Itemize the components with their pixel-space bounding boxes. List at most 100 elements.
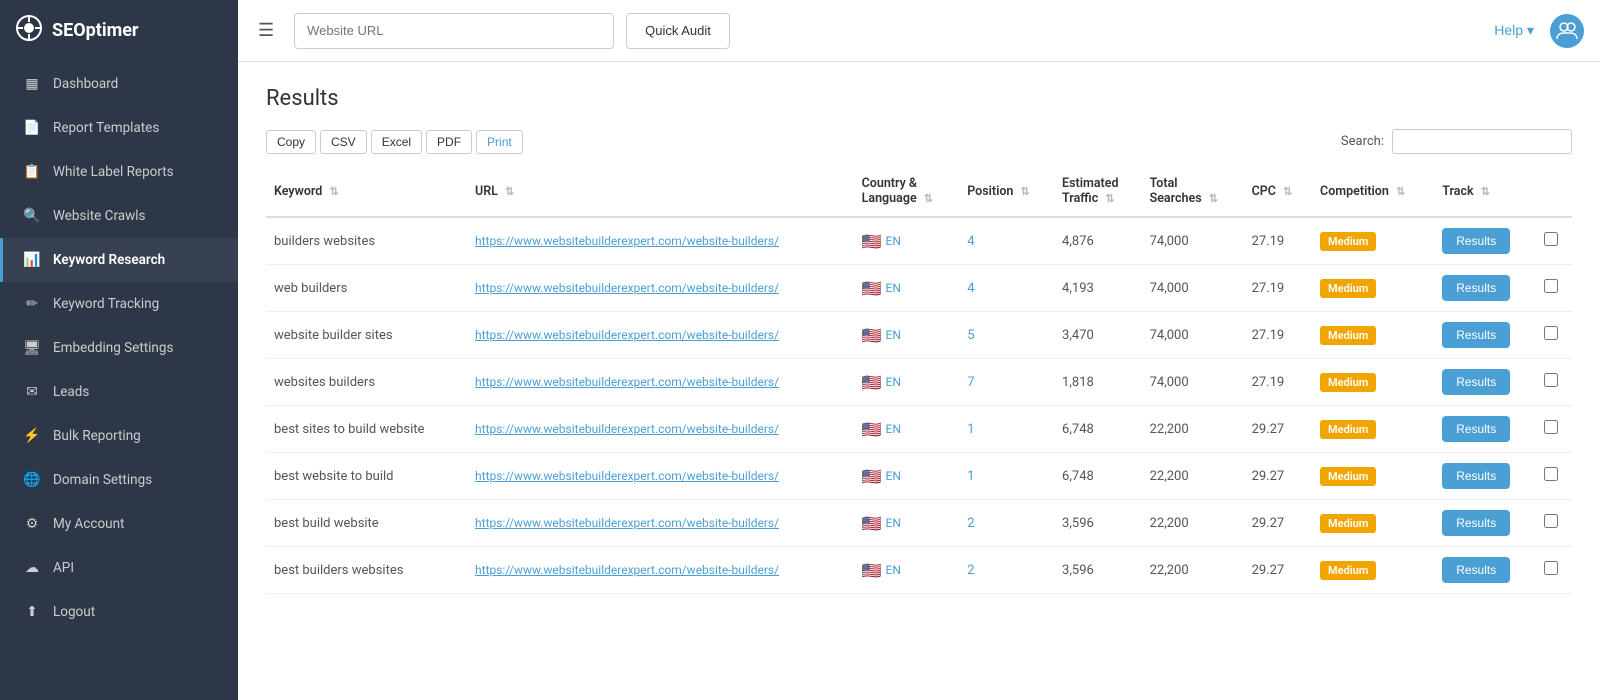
cell-track-4 [1536,406,1572,453]
col-header-position: Position ⇅ [959,166,1054,217]
search-input[interactable] [1392,129,1572,154]
cell-results-0: Results [1434,217,1535,265]
track-checkbox-7[interactable] [1544,561,1558,575]
white-label-reports-icon: 📋 [23,164,41,180]
results-button-3[interactable]: Results [1442,369,1510,395]
cell-competition-3: Medium [1312,359,1434,406]
cell-traffic-0: 4,876 [1054,217,1142,265]
search-row: Search: [1341,129,1572,154]
track-checkbox-5[interactable] [1544,467,1558,481]
cell-track-0 [1536,217,1572,265]
results-button-6[interactable]: Results [1442,510,1510,536]
keyword-tracking-icon: ✏ [23,296,41,312]
cell-track-6 [1536,500,1572,547]
sidebar-label-keyword-tracking: Keyword Tracking [53,296,159,312]
track-checkbox-0[interactable] [1544,232,1558,246]
url-input[interactable] [294,13,614,49]
track-checkbox-1[interactable] [1544,279,1558,293]
results-button-2[interactable]: Results [1442,322,1510,348]
sidebar-item-logout[interactable]: ⬆ Logout [0,590,238,634]
cell-track-1 [1536,265,1572,312]
table-row: web buildershttps://www.websitebuilderex… [266,265,1572,312]
topbar: SEOptimer ☰ Quick Audit Help ▾ [0,0,1600,62]
main-layout: ▦ Dashboard📄 Report Templates📋 White Lab… [0,62,1600,700]
sidebar-item-bulk-reporting[interactable]: ⚡ Bulk Reporting [0,414,238,458]
cell-position-5: 1 [959,453,1054,500]
sidebar-item-leads[interactable]: ✉ Leads [0,370,238,414]
track-checkbox-3[interactable] [1544,373,1558,387]
sidebar-label-api: API [53,560,74,576]
results-button-1[interactable]: Results [1442,275,1510,301]
cell-cpc-3: 27.19 [1244,359,1312,406]
cell-track-5 [1536,453,1572,500]
sidebar-item-dashboard[interactable]: ▦ Dashboard [0,62,238,106]
logo: SEOptimer [0,0,238,62]
domain-settings-icon: 🌐 [23,472,41,488]
export-print-button[interactable]: Print [476,130,523,154]
export-excel-button[interactable]: Excel [371,130,422,154]
export-copy-button[interactable]: Copy [266,130,316,154]
col-header-track: Track ⇅ [1434,166,1535,217]
results-button-4[interactable]: Results [1442,416,1510,442]
cell-position-3: 7 [959,359,1054,406]
table-row: websites buildershttps://www.websitebuil… [266,359,1572,406]
user-avatar[interactable] [1550,14,1584,48]
sidebar-item-website-crawls[interactable]: 🔍 Website Crawls [0,194,238,238]
cell-country-0: 🇺🇸EN [854,217,960,265]
cell-traffic-5: 6,748 [1054,453,1142,500]
sidebar-item-embedding-settings[interactable]: 🖥 Embedding Settings [0,326,238,370]
cell-url-6: https://www.websitebuilderexpert.com/web… [467,500,854,547]
help-button[interactable]: Help ▾ [1494,22,1534,39]
cell-searches-2: 74,000 [1142,312,1244,359]
sidebar-item-my-account[interactable]: ⚙ My Account [0,502,238,546]
logout-icon: ⬆ [23,604,41,620]
sidebar-label-report-templates: Report Templates [53,120,159,136]
results-button-0[interactable]: Results [1442,228,1510,254]
cell-country-1: 🇺🇸EN [854,265,960,312]
cell-keyword-5: best website to build [266,453,467,500]
sidebar-item-white-label-reports[interactable]: 📋 White Label Reports [0,150,238,194]
sidebar-label-domain-settings: Domain Settings [53,472,152,488]
sidebar-item-api[interactable]: ☁ API [0,546,238,590]
track-checkbox-4[interactable] [1544,420,1558,434]
track-checkbox-2[interactable] [1544,326,1558,340]
hamburger-button[interactable]: ☰ [250,16,282,45]
results-button-5[interactable]: Results [1442,463,1510,489]
cell-cpc-2: 27.19 [1244,312,1312,359]
cell-country-5: 🇺🇸EN [854,453,960,500]
results-button-7[interactable]: Results [1442,557,1510,583]
sidebar-item-keyword-research[interactable]: 📊 Keyword Research [0,238,238,282]
cell-traffic-4: 6,748 [1054,406,1142,453]
col-header-country_language: Country &Language ⇅ [854,166,960,217]
cell-traffic-7: 3,596 [1054,547,1142,594]
cell-country-7: 🇺🇸EN [854,547,960,594]
cell-traffic-2: 3,470 [1054,312,1142,359]
sidebar-item-report-templates[interactable]: 📄 Report Templates [0,106,238,150]
export-row: CopyCSVExcelPDFPrint Search: [266,129,1572,154]
cell-url-3: https://www.websitebuilderexpert.com/web… [467,359,854,406]
cell-keyword-6: best build website [266,500,467,547]
cell-searches-6: 22,200 [1142,500,1244,547]
cell-cpc-6: 29.27 [1244,500,1312,547]
cell-url-0: https://www.websitebuilderexpert.com/web… [467,217,854,265]
sidebar-label-my-account: My Account [53,516,124,532]
export-csv-button[interactable]: CSV [320,130,367,154]
sidebar-item-keyword-tracking[interactable]: ✏ Keyword Tracking [0,282,238,326]
cell-cpc-7: 29.27 [1244,547,1312,594]
export-pdf-button[interactable]: PDF [426,130,472,154]
col-header-cpc: CPC ⇅ [1244,166,1312,217]
track-checkbox-6[interactable] [1544,514,1558,528]
sidebar-item-domain-settings[interactable]: 🌐 Domain Settings [0,458,238,502]
website-crawls-icon: 🔍 [23,208,41,224]
cell-keyword-1: web builders [266,265,467,312]
sidebar-label-leads: Leads [53,384,89,400]
col-header-competition: Competition ⇅ [1312,166,1434,217]
col-header-keyword: Keyword ⇅ [266,166,467,217]
quick-audit-button[interactable]: Quick Audit [626,13,730,49]
cell-url-1: https://www.websitebuilderexpert.com/web… [467,265,854,312]
cell-competition-1: Medium [1312,265,1434,312]
report-templates-icon: 📄 [23,120,41,136]
leads-icon: ✉ [23,384,41,400]
cell-results-4: Results [1434,406,1535,453]
topbar-right: Help ▾ [1494,14,1584,48]
